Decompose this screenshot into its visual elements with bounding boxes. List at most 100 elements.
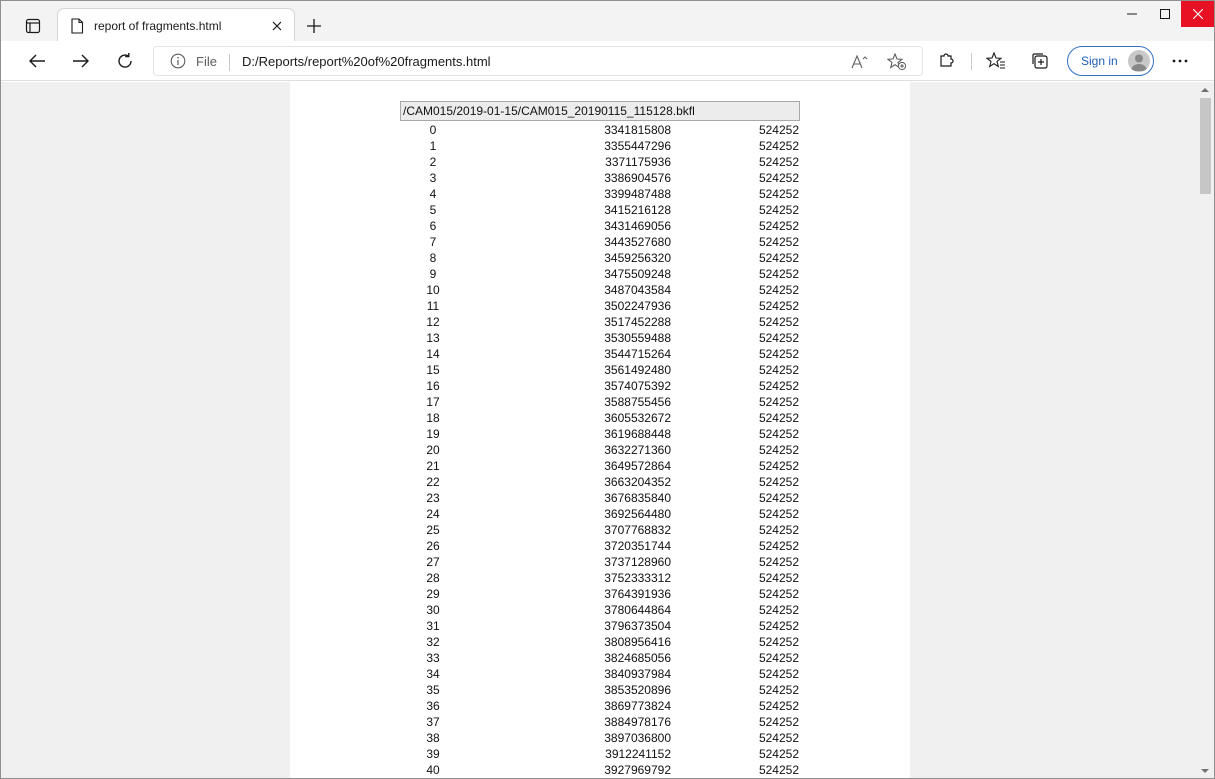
tab-close-icon[interactable]	[266, 15, 288, 37]
fragment-index: 38	[426, 731, 440, 745]
fragment-size: 524252	[758, 763, 799, 777]
table-row: 7 3443527680 524252	[400, 234, 800, 250]
fragment-size: 524252	[758, 571, 799, 585]
table-row: 37 3884978176 524252	[400, 714, 800, 730]
extensions-icon[interactable]	[934, 49, 960, 73]
scroll-up-icon[interactable]	[1196, 82, 1214, 98]
table-row: 22 3663204352 524252	[400, 474, 800, 490]
read-aloud-icon[interactable]	[849, 52, 871, 72]
forward-icon[interactable]	[66, 47, 96, 75]
fragment-offset: 3853520896	[604, 683, 671, 697]
fragment-index: 36	[426, 699, 440, 713]
tab-report-of-fragments[interactable]: report of fragments.html	[57, 8, 295, 42]
fragment-index: 3	[429, 171, 437, 185]
table-row: 5 3415216128 524252	[400, 202, 800, 218]
fragment-offset: 3487043584	[604, 283, 671, 297]
sign-in-button[interactable]: Sign in	[1067, 46, 1154, 76]
table-row: 25 3707768832 524252	[400, 522, 800, 538]
fragment-index: 14	[426, 347, 440, 361]
fragment-index: 30	[426, 603, 440, 617]
fragment-size: 524252	[758, 619, 799, 633]
table-row: 4 3399487488 524252	[400, 186, 800, 202]
fragment-size: 524252	[758, 507, 799, 521]
fragment-index: 23	[426, 491, 440, 505]
fragment-offset: 3530559488	[604, 331, 671, 345]
table-row: 16 3574075392 524252	[400, 378, 800, 394]
tab-actions-icon[interactable]	[18, 14, 48, 38]
fragment-size: 524252	[758, 443, 799, 457]
fragment-offset: 3574075392	[604, 379, 671, 393]
table-row: 26 3720351744 524252	[400, 538, 800, 554]
fragment-index: 15	[426, 363, 440, 377]
fragment-index: 5	[429, 203, 437, 217]
fragment-offset: 3692564480	[604, 507, 671, 521]
fragment-size: 524252	[758, 267, 799, 281]
maximize-icon[interactable]	[1148, 1, 1181, 27]
fragment-index: 31	[426, 619, 440, 633]
back-icon[interactable]	[22, 47, 52, 75]
fragment-offset: 3561492480	[604, 363, 671, 377]
fragment-index: 16	[426, 379, 440, 393]
fragment-index: 20	[426, 443, 440, 457]
fragment-size: 524252	[758, 331, 799, 345]
url-text[interactable]: D:/Reports/report%20of%20fragments.html	[242, 54, 491, 69]
favorites-icon[interactable]	[983, 49, 1009, 73]
table-row: 27 3737128960 524252	[400, 554, 800, 570]
more-options-icon[interactable]	[1167, 49, 1193, 73]
fragment-index: 29	[426, 587, 440, 601]
fragment-index: 24	[426, 507, 440, 521]
scrollbar-thumb[interactable]	[1200, 98, 1211, 194]
fragment-offset: 3796373504	[604, 619, 671, 633]
fragment-size: 524252	[758, 555, 799, 569]
fragment-offset: 3605532672	[604, 411, 671, 425]
fragment-index: 37	[426, 715, 440, 729]
scroll-down-icon[interactable]	[1196, 763, 1214, 778]
collections-icon[interactable]	[1027, 49, 1053, 73]
fragment-size: 524252	[758, 155, 799, 169]
scheme-label: File	[196, 54, 217, 69]
close-window-icon[interactable]	[1181, 1, 1214, 27]
table-row: 38 3897036800 524252	[400, 730, 800, 746]
fragment-index: 28	[426, 571, 440, 585]
fragment-offset: 3663204352	[604, 475, 671, 489]
fragment-offset: 3619688448	[604, 427, 671, 441]
fragment-index: 34	[426, 667, 440, 681]
fragment-size: 524252	[758, 203, 799, 217]
table-row: 14 3544715264 524252	[400, 346, 800, 362]
page-viewport: /CAM015/2019-01-15/CAM015_20190115_11512…	[1, 82, 1214, 778]
vertical-scrollbar[interactable]	[1196, 82, 1214, 778]
fragment-size: 524252	[758, 459, 799, 473]
fragment-size: 524252	[758, 523, 799, 537]
fragment-size: 524252	[758, 603, 799, 617]
table-row: 3 3386904576 524252	[400, 170, 800, 186]
fragment-table: 0 3341815808 524252 1 3355447296 524252 2 33711…	[400, 122, 800, 778]
fragment-offset: 3399487488	[604, 187, 671, 201]
table-row: 32 3808956416 524252	[400, 634, 800, 650]
fragment-index: 40	[426, 763, 440, 777]
fragment-index: 13	[426, 331, 440, 345]
fragment-index: 7	[429, 235, 437, 249]
refresh-icon[interactable]	[110, 47, 140, 75]
fragment-size: 524252	[758, 139, 799, 153]
fragment-offset: 3897036800	[604, 731, 671, 745]
fragment-size: 524252	[758, 123, 799, 137]
new-tab-icon[interactable]	[301, 14, 327, 38]
minimize-icon[interactable]	[1115, 1, 1148, 27]
fragment-index: 21	[426, 459, 440, 473]
fragment-index: 4	[429, 187, 437, 201]
info-icon[interactable]	[170, 53, 188, 71]
add-favorite-icon[interactable]	[886, 52, 908, 72]
fragment-offset: 3884978176	[604, 715, 671, 729]
file-path-header: /CAM015/2019-01-15/CAM015_20190115_11512…	[400, 101, 800, 121]
fragment-index: 2	[429, 155, 437, 169]
fragment-offset: 3869773824	[604, 699, 671, 713]
address-bar[interactable]: File D:/Reports/report%20of%20fragments.…	[153, 46, 923, 76]
fragment-index: 39	[426, 747, 440, 761]
table-row: 36 3869773824 524252	[400, 698, 800, 714]
table-row: 10 3487043584 524252	[400, 282, 800, 298]
table-row: 24 3692564480 524252	[400, 506, 800, 522]
navigation-toolbar: File D:/Reports/report%20of%20fragments.…	[1, 41, 1214, 81]
fragment-size: 524252	[758, 235, 799, 249]
fragment-offset: 3459256320	[604, 251, 671, 265]
fragment-size: 524252	[758, 699, 799, 713]
